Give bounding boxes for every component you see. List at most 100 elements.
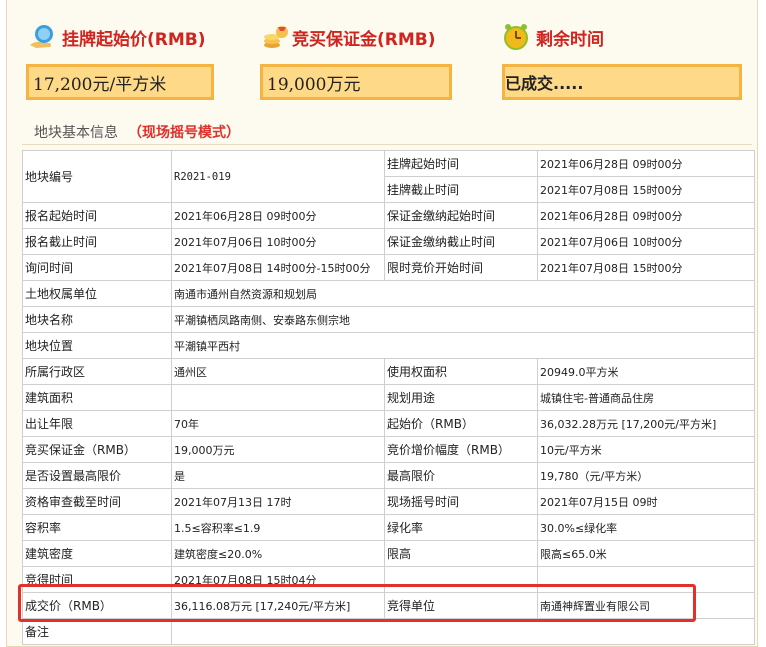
label-cell: 成交价（RMB） — [22, 592, 172, 619]
label-cell: 保证金缴纳截止时间 — [384, 228, 538, 255]
label-cell: 挂牌起始时间 — [384, 150, 538, 177]
label-cell: 报名截止时间 — [22, 228, 172, 255]
table-row: 建筑面积 规划用途 城镇住宅-普通商品住房 — [22, 384, 755, 411]
value-cell: 2021年07月08日 15时00分 — [537, 176, 755, 203]
label-cell: 起始价（RMB） — [384, 410, 538, 437]
start-price-header: 挂牌起始价(RMB) — [28, 22, 206, 52]
label-cell: 询问时间 — [22, 254, 172, 281]
value-cell: 建筑密度≤20.0% — [171, 540, 385, 567]
section-title-text: 地块基本信息 — [34, 125, 118, 141]
value-cell: 2021年07月06日 10时00分 — [171, 228, 385, 255]
label-cell: 使用权面积 — [384, 358, 538, 385]
hand-coin-icon — [30, 25, 53, 48]
coin-stack-icon — [264, 26, 288, 48]
start-price-label: 挂牌起始价(RMB) — [62, 29, 206, 50]
value-cell: R2021-019 — [171, 150, 385, 203]
remaining-label: 剩余时间 — [536, 29, 604, 50]
value-cell: 2021年06月28日 09时00分 — [171, 202, 385, 229]
table-row: 地块编号 R2021-019 挂牌起始时间 2021年06月28日 09时00分 — [22, 150, 755, 203]
label-cell: 建筑面积 — [22, 384, 172, 411]
section-divider — [22, 144, 752, 145]
table-row: 地块名称 平潮镇栖凤路南侧、安泰路东侧宗地 — [22, 306, 755, 333]
label-cell: 是否设置最高限价 — [22, 462, 172, 489]
remaining-header: 剩余时间 — [502, 22, 604, 52]
table-row: 资格审查截至时间 2021年07月13日 17时 现场摇号时间 2021年07月… — [22, 488, 755, 515]
value-cell — [171, 618, 755, 645]
label-cell — [384, 566, 538, 593]
table-row: 容积率 1.5≤容积率≤1.9 绿化率 30.0%≤绿化率 — [22, 514, 755, 541]
value-cell: 10元/平方米 — [537, 436, 755, 463]
section-title: 地块基本信息 （现场摇号模式） — [34, 122, 240, 142]
value-cell: 城镇住宅-普通商品住房 — [537, 384, 755, 411]
value-cell: 19,780（元/平方米） — [537, 462, 755, 489]
label-cell: 地块编号 — [22, 150, 172, 203]
value-cell: 70年 — [171, 410, 385, 437]
value-cell: 20949.0平方米 — [537, 358, 755, 385]
value-cell: 平潮镇栖凤路南侧、安泰路东侧宗地 — [171, 306, 755, 333]
value-cell: 2021年07月08日 14时00分-15时00分 — [171, 254, 385, 281]
label-cell: 出让年限 — [22, 410, 172, 437]
table-row: 询问时间 2021年07月08日 14时00分-15时00分 限时竞价开始时间 … — [22, 254, 755, 281]
deposit-label: 竞买保证金(RMB) — [292, 29, 436, 50]
table-row: 竞买保证金（RMB） 19,000万元 竞价增价幅度（RMB） 10元/平方米 — [22, 436, 755, 463]
value-cell: 通州区 — [171, 358, 385, 385]
table-row: 所属行政区 通州区 使用权面积 20949.0平方米 — [22, 358, 755, 385]
label-cell: 竞得时间 — [22, 566, 172, 593]
label-cell: 规划用途 — [384, 384, 538, 411]
value-cell: 36,032.28万元 [17,200元/平方米] — [537, 410, 755, 437]
table-row: 竞得时间 2021年07月08日 15时04分 — [22, 566, 755, 593]
label-cell: 竞价增价幅度（RMB） — [384, 436, 538, 463]
remaining-value: 已成交..... — [502, 64, 742, 100]
value-cell: 36,116.08万元 [17,240元/平方米] — [171, 592, 385, 619]
value-cell: 2021年07月13日 17时 — [171, 488, 385, 515]
value-cell — [537, 566, 755, 593]
label-cell: 报名起始时间 — [22, 202, 172, 229]
table-row-deal: 成交价（RMB） 36,116.08万元 [17,240元/平方米] 竞得单位 … — [22, 592, 755, 619]
deposit-value: 19,000万元 — [260, 64, 452, 100]
table-row: 报名截止时间 2021年07月06日 10时00分 保证金缴纳截止时间 2021… — [22, 228, 755, 255]
value-cell: 限高≤65.0米 — [537, 540, 755, 567]
value-cell: 2021年06月28日 09时00分 — [537, 202, 755, 229]
auction-mode-label: （现场摇号模式） — [128, 125, 240, 141]
value-cell: 19,000万元 — [171, 436, 385, 463]
value-cell: 南通市通州自然资源和规划局 — [171, 280, 755, 307]
label-cell: 限高 — [384, 540, 538, 567]
label-cell: 土地权属单位 — [22, 280, 172, 307]
table-row: 备注 — [22, 618, 755, 645]
value-cell: 1.5≤容积率≤1.9 — [171, 514, 385, 541]
value-cell: 南通神辉置业有限公司 — [537, 592, 755, 619]
label-cell: 竞买保证金（RMB） — [22, 436, 172, 463]
table-row: 出让年限 70年 起始价（RMB） 36,032.28万元 [17,200元/平… — [22, 410, 755, 437]
label-cell: 地块位置 — [22, 332, 172, 359]
value-cell: 30.0%≤绿化率 — [537, 514, 755, 541]
table-row: 建筑密度 建筑密度≤20.0% 限高 限高≤65.0米 — [22, 540, 755, 567]
value-cell — [171, 384, 385, 411]
value-cell: 2021年07月08日 15时00分 — [537, 254, 755, 281]
label-cell: 保证金缴纳起始时间 — [384, 202, 538, 229]
table-row: 报名起始时间 2021年06月28日 09时00分 保证金缴纳起始时间 2021… — [22, 202, 755, 229]
value-cell: 平潮镇平西村 — [171, 332, 755, 359]
label-cell: 建筑密度 — [22, 540, 172, 567]
deposit-header: 竞买保证金(RMB) — [262, 22, 436, 52]
label-cell: 绿化率 — [384, 514, 538, 541]
table-row: 地块位置 平潮镇平西村 — [22, 332, 755, 359]
label-cell: 限时竞价开始时间 — [384, 254, 538, 281]
label-cell: 地块名称 — [22, 306, 172, 333]
label-cell: 容积率 — [22, 514, 172, 541]
land-info-table: 地块编号 R2021-019 挂牌起始时间 2021年06月28日 09时00分… — [22, 150, 755, 645]
value-cell: 2021年07月15日 09时 — [537, 488, 755, 515]
table-row: 土地权属单位 南通市通州自然资源和规划局 — [22, 280, 755, 307]
label-cell: 最高限价 — [384, 462, 538, 489]
alarm-clock-icon — [504, 24, 528, 50]
value-cell: 2021年07月06日 10时00分 — [537, 228, 755, 255]
value-cell: 2021年07月08日 15时04分 — [171, 566, 385, 593]
label-cell: 资格审查截至时间 — [22, 488, 172, 515]
start-price-value: 17,200元/平方米 — [26, 64, 214, 100]
value-cell: 2021年06月28日 09时00分 — [537, 150, 755, 177]
table-row: 是否设置最高限价 是 最高限价 19,780（元/平方米） — [22, 462, 755, 489]
label-cell: 竞得单位 — [384, 592, 538, 619]
label-cell: 所属行政区 — [22, 358, 172, 385]
label-cell: 现场摇号时间 — [384, 488, 538, 515]
label-cell: 挂牌截止时间 — [384, 176, 538, 203]
value-cell: 是 — [171, 462, 385, 489]
